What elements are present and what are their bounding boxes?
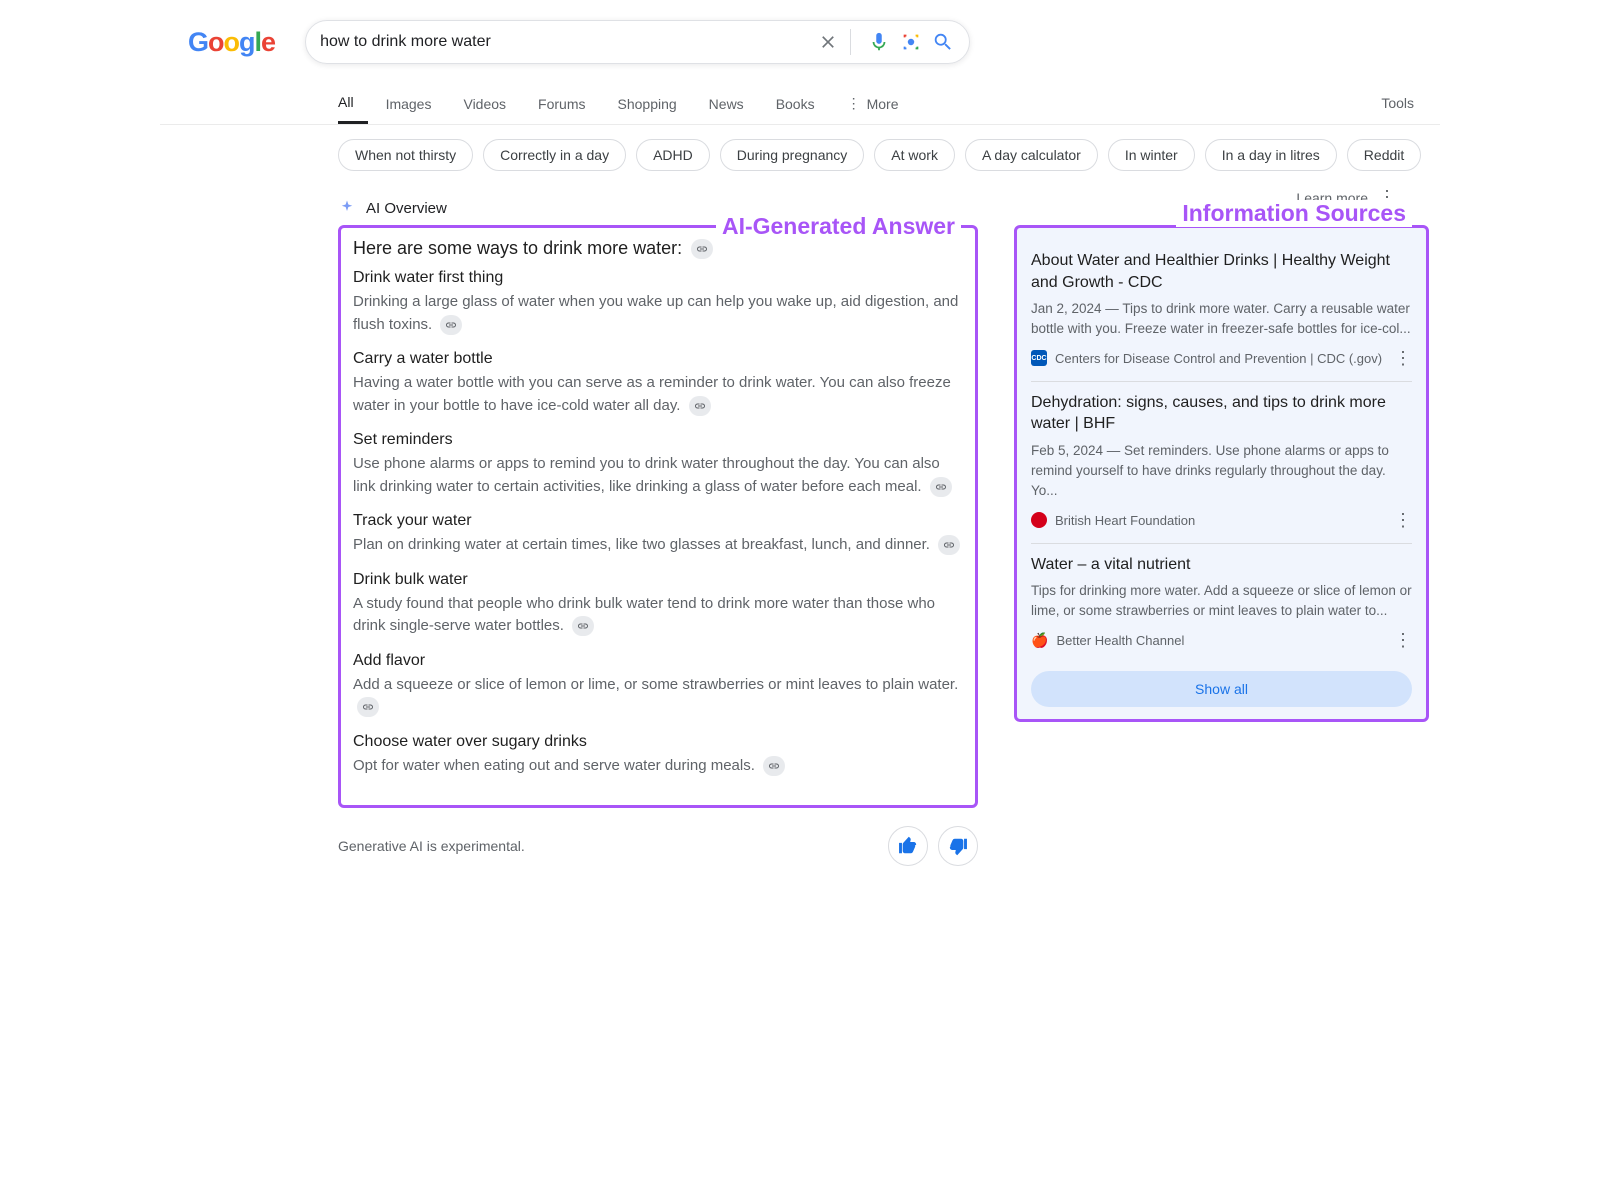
section-title: Carry a water bottle	[353, 350, 963, 368]
tab-shopping[interactable]: Shopping	[618, 84, 691, 123]
clear-icon[interactable]	[816, 30, 840, 54]
citation-icon[interactable]	[763, 756, 785, 776]
voice-search-icon[interactable]	[867, 30, 891, 54]
chip[interactable]: At work	[874, 139, 955, 171]
citation-icon[interactable]	[572, 616, 594, 636]
source-title: Dehydration: signs, causes, and tips to …	[1031, 392, 1412, 435]
section-body: Opt for water when eating out and serve …	[353, 755, 963, 778]
show-all-button[interactable]: Show all	[1031, 671, 1412, 707]
source-snippet: Jan 2, 2024 — Tips to drink more water. …	[1031, 299, 1412, 340]
tab-news[interactable]: News	[709, 84, 758, 123]
sparkle-icon	[338, 199, 356, 217]
source-title: About Water and Healthier Drinks | Healt…	[1031, 250, 1412, 293]
lens-icon[interactable]	[899, 30, 923, 54]
google-logo[interactable]: Google	[188, 27, 275, 58]
chip[interactable]: In a day in litres	[1205, 139, 1337, 171]
tab-videos[interactable]: Videos	[463, 84, 520, 123]
tab-images[interactable]: Images	[386, 84, 446, 123]
bhf-favicon	[1031, 512, 1047, 528]
answer-section: Carry a water bottle Having a water bottl…	[341, 350, 975, 431]
section-body: Having a water bottle with you can serve…	[353, 372, 963, 417]
answer-section: Choose water over sugary drinks Opt for w…	[341, 733, 975, 792]
chip[interactable]: A day calculator	[965, 139, 1098, 171]
tools-button[interactable]: Tools	[1381, 95, 1414, 111]
tab-books[interactable]: Books	[776, 84, 829, 123]
section-title: Choose water over sugary drinks	[353, 733, 963, 751]
source-overflow-icon[interactable]: ⋮	[1394, 510, 1412, 531]
answer-intro: Here are some ways to drink more water:	[353, 238, 682, 258]
tab-forums[interactable]: Forums	[538, 84, 599, 123]
annotation-sources: Information Sources	[1176, 200, 1412, 227]
section-title: Add flavor	[353, 652, 963, 670]
chip[interactable]: When not thirsty	[338, 139, 473, 171]
source-title: Water – a vital nutrient	[1031, 554, 1412, 576]
tab-more[interactable]: ⋮ More	[847, 83, 913, 123]
annotation-answer: AI-Generated Answer	[716, 213, 961, 240]
source-site: Better Health Channel	[1056, 633, 1184, 648]
source-overflow-icon[interactable]: ⋮	[1394, 348, 1412, 369]
search-bar	[305, 20, 970, 64]
thumbs-down-button[interactable]	[938, 826, 978, 866]
source-overflow-icon[interactable]: ⋮	[1394, 630, 1412, 651]
answer-section: Add flavor Add a squeeze or slice of lemo…	[341, 652, 975, 733]
source-item[interactable]: About Water and Healthier Drinks | Healt…	[1031, 240, 1412, 382]
ai-answer-panel: AI-Generated Answer Here are some ways t…	[338, 225, 978, 808]
chip[interactable]: Correctly in a day	[483, 139, 626, 171]
section-body: Drinking a large glass of water when you…	[353, 291, 963, 336]
answer-section: Set reminders Use phone alarms or apps to…	[341, 431, 975, 512]
ai-overview-label: AI Overview	[366, 200, 447, 217]
source-snippet: Feb 5, 2024 — Set reminders. Use phone a…	[1031, 441, 1412, 502]
citation-icon[interactable]	[930, 477, 952, 497]
search-tabs: All Images Videos Forums Shopping News B…	[160, 82, 1440, 125]
source-snippet: Tips for drinking more water. Add a sque…	[1031, 581, 1412, 622]
section-title: Drink bulk water	[353, 571, 963, 589]
answer-section: Drink bulk water A study found that peopl…	[341, 571, 975, 652]
source-site: Centers for Disease Control and Preventi…	[1055, 351, 1382, 366]
divider	[850, 29, 851, 55]
apple-favicon: 🍎	[1031, 632, 1048, 649]
section-title: Drink water first thing	[353, 269, 963, 287]
chip[interactable]: During pregnancy	[720, 139, 865, 171]
source-item[interactable]: Dehydration: signs, causes, and tips to …	[1031, 382, 1412, 544]
search-icon[interactable]	[931, 30, 955, 54]
section-title: Set reminders	[353, 431, 963, 449]
source-item[interactable]: Water – a vital nutrient Tips for drinkin…	[1031, 544, 1412, 663]
answer-section: Track your water Plan on drinking water a…	[341, 512, 975, 571]
section-body: Use phone alarms or apps to remind you t…	[353, 453, 963, 498]
chip[interactable]: ADHD	[636, 139, 710, 171]
citation-icon[interactable]	[440, 315, 462, 335]
chip[interactable]: In winter	[1108, 139, 1195, 171]
section-body: Add a squeeze or slice of lemon or lime,…	[353, 674, 963, 719]
section-body: A study found that people who drink bulk…	[353, 593, 963, 638]
chip[interactable]: Reddit	[1347, 139, 1421, 171]
refinement-chips: When not thirsty Correctly in a day ADHD…	[160, 125, 1440, 185]
tab-all[interactable]: All	[338, 82, 368, 124]
source-site: British Heart Foundation	[1055, 513, 1195, 528]
citation-icon[interactable]	[691, 239, 713, 259]
citation-icon[interactable]	[938, 535, 960, 555]
section-title: Track your water	[353, 512, 963, 530]
section-body: Plan on drinking water at certain times,…	[353, 534, 963, 557]
cdc-favicon: CDC	[1031, 350, 1047, 366]
search-input[interactable]	[320, 33, 808, 51]
citation-icon[interactable]	[357, 697, 379, 717]
sources-panel: Information Sources About Water and Heal…	[1014, 225, 1429, 722]
answer-section: Drink water first thing Drinking a large …	[341, 269, 975, 350]
more-icon: ⋮	[847, 95, 861, 112]
experimental-notice: Generative AI is experimental.	[338, 838, 525, 854]
thumbs-up-button[interactable]	[888, 826, 928, 866]
citation-icon[interactable]	[689, 396, 711, 416]
